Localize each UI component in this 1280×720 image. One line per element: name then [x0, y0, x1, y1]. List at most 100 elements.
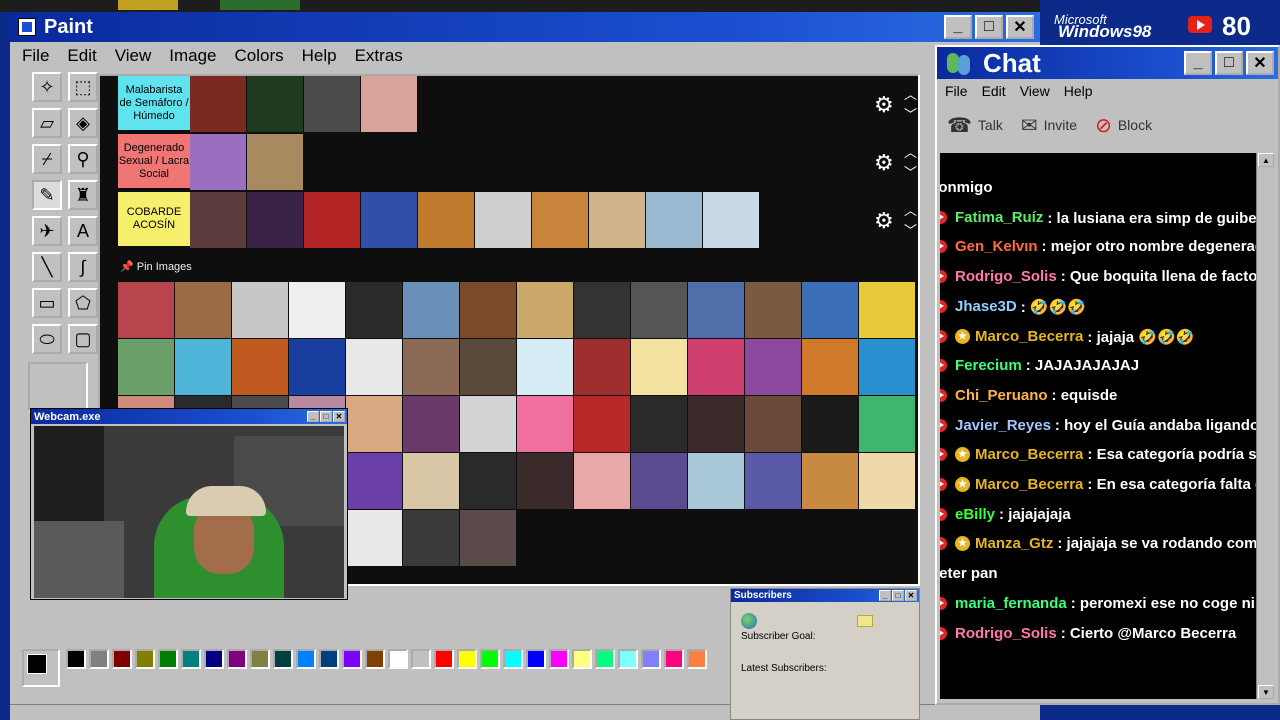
color-swatch[interactable]	[687, 649, 707, 669]
color-swatch[interactable]	[549, 649, 569, 669]
pin-image[interactable]	[517, 339, 573, 395]
color-swatch[interactable]	[641, 649, 661, 669]
chat-menu-view[interactable]: View	[1020, 83, 1050, 99]
pin-image[interactable]	[631, 396, 687, 452]
fill-icon[interactable]: ◈	[68, 108, 98, 138]
pin-image[interactable]	[346, 282, 402, 338]
webcam-titlebar[interactable]: Webcam.exe _ □ ✕	[31, 409, 347, 424]
pin-image[interactable]	[859, 339, 915, 395]
chat-menu-edit[interactable]: Edit	[982, 83, 1006, 99]
pin-image[interactable]	[574, 282, 630, 338]
chat-messages[interactable]: conmigo Fatima_Ruíz: la lusiana era simp …	[940, 153, 1256, 699]
chat-menu-help[interactable]: Help	[1064, 83, 1093, 99]
chat-username[interactable]: Jhase3D	[955, 298, 1017, 315]
gear-icon[interactable]: ⚙	[874, 150, 894, 176]
color-swatch[interactable]	[227, 649, 247, 669]
polygon-icon[interactable]: ⬠	[68, 288, 98, 318]
color-swatch[interactable]	[526, 649, 546, 669]
line-icon[interactable]: ╲	[32, 252, 62, 282]
color-swatch[interactable]	[89, 649, 109, 669]
color-swatch[interactable]	[503, 649, 523, 669]
pin-image[interactable]	[232, 282, 288, 338]
paint-titlebar[interactable]: Paint _ □ ✕	[10, 12, 1040, 42]
color-swatch[interactable]	[181, 649, 201, 669]
tier-item-image[interactable]	[190, 76, 246, 132]
pin-image[interactable]	[346, 453, 402, 509]
invite-button[interactable]: ✉ Invite	[1021, 113, 1077, 138]
airbrush-icon[interactable]: ✈	[32, 216, 62, 246]
color-swatch[interactable]	[664, 649, 684, 669]
pin-image[interactable]	[802, 453, 858, 509]
pin-image[interactable]	[232, 339, 288, 395]
color-swatch[interactable]	[457, 649, 477, 669]
pencil-icon[interactable]: ✎	[32, 180, 62, 210]
menu-help[interactable]: Help	[302, 46, 337, 66]
pin-image[interactable]	[688, 282, 744, 338]
chat-username[interactable]: Fatima_Ruíz	[955, 209, 1043, 226]
chat-username[interactable]: Gen_Kelvιn	[955, 238, 1038, 255]
pin-image[interactable]	[688, 453, 744, 509]
color-swatch[interactable]	[411, 649, 431, 669]
eraser-icon[interactable]: ▱	[32, 108, 62, 138]
menu-colors[interactable]: Colors	[235, 46, 284, 66]
menu-image[interactable]: Image	[169, 46, 216, 66]
chevron-down-icon[interactable]: ﹀	[904, 162, 917, 181]
tier-item-image[interactable]	[247, 76, 303, 132]
pin-image[interactable]	[289, 282, 345, 338]
pin-image[interactable]	[517, 396, 573, 452]
minimize-button[interactable]: _	[944, 15, 972, 39]
chevron-up-icon[interactable]: ︿	[904, 200, 917, 219]
scroll-down-icon[interactable]: ▼	[1258, 685, 1274, 699]
pin-image[interactable]	[859, 282, 915, 338]
pin-image[interactable]	[403, 282, 459, 338]
block-button[interactable]: ⊘ Block	[1095, 113, 1152, 138]
pin-image[interactable]	[346, 510, 402, 566]
pin-image[interactable]	[460, 282, 516, 338]
color-swatch[interactable]	[434, 649, 454, 669]
pin-image[interactable]	[346, 396, 402, 452]
maximize-button[interactable]: □	[975, 15, 1003, 39]
chat-scrollbar[interactable]: ▲ ▼	[1256, 153, 1274, 699]
pin-image[interactable]	[403, 510, 459, 566]
tier-item-image[interactable]	[304, 76, 360, 132]
chat-titlebar[interactable]: Chat _ □ ✕	[937, 47, 1278, 79]
chat-username[interactable]: Marco_Becerra	[975, 328, 1083, 345]
color-swatch[interactable]	[595, 649, 615, 669]
chevron-down-icon[interactable]: ﹀	[904, 220, 917, 239]
free-select-icon[interactable]: ✧	[32, 72, 62, 102]
tier-item-image[interactable]	[646, 192, 702, 248]
tier-item-image[interactable]	[475, 192, 531, 248]
tier-item-image[interactable]	[247, 192, 303, 248]
pin-image[interactable]	[631, 339, 687, 395]
tier-item-image[interactable]	[190, 134, 246, 190]
rectangle-icon[interactable]: ▭	[32, 288, 62, 318]
rect-select-icon[interactable]: ⬚	[68, 72, 98, 102]
color-swatch[interactable]	[112, 649, 132, 669]
pin-image[interactable]	[745, 453, 801, 509]
chevron-up-icon[interactable]: ︿	[904, 142, 917, 161]
menu-extras[interactable]: Extras	[355, 46, 403, 66]
pin-image[interactable]	[118, 282, 174, 338]
color-swatch[interactable]	[158, 649, 178, 669]
maximize-button[interactable]: □	[320, 411, 332, 422]
pin-image[interactable]	[688, 339, 744, 395]
maximize-button[interactable]: □	[1215, 51, 1243, 75]
pin-image[interactable]	[745, 282, 801, 338]
current-colors[interactable]	[22, 649, 60, 687]
color-swatch[interactable]	[296, 649, 316, 669]
rounded-rect-icon[interactable]: ▢	[68, 324, 98, 354]
pin-image[interactable]	[403, 339, 459, 395]
pin-image[interactable]	[118, 339, 174, 395]
minimize-button[interactable]: _	[879, 590, 891, 601]
pin-image[interactable]	[631, 453, 687, 509]
pin-image[interactable]	[289, 339, 345, 395]
tier-item-image[interactable]	[304, 192, 360, 248]
gear-icon[interactable]: ⚙	[874, 208, 894, 234]
pin-images-label[interactable]: 📌 Pin Images	[120, 260, 192, 273]
tier-item-image[interactable]	[703, 192, 759, 248]
pin-image[interactable]	[346, 339, 402, 395]
pin-image[interactable]	[460, 453, 516, 509]
close-button[interactable]: ✕	[905, 590, 917, 601]
subscribers-titlebar[interactable]: Subscribers _ □ ✕	[731, 589, 919, 602]
tier-item-image[interactable]	[361, 192, 417, 248]
